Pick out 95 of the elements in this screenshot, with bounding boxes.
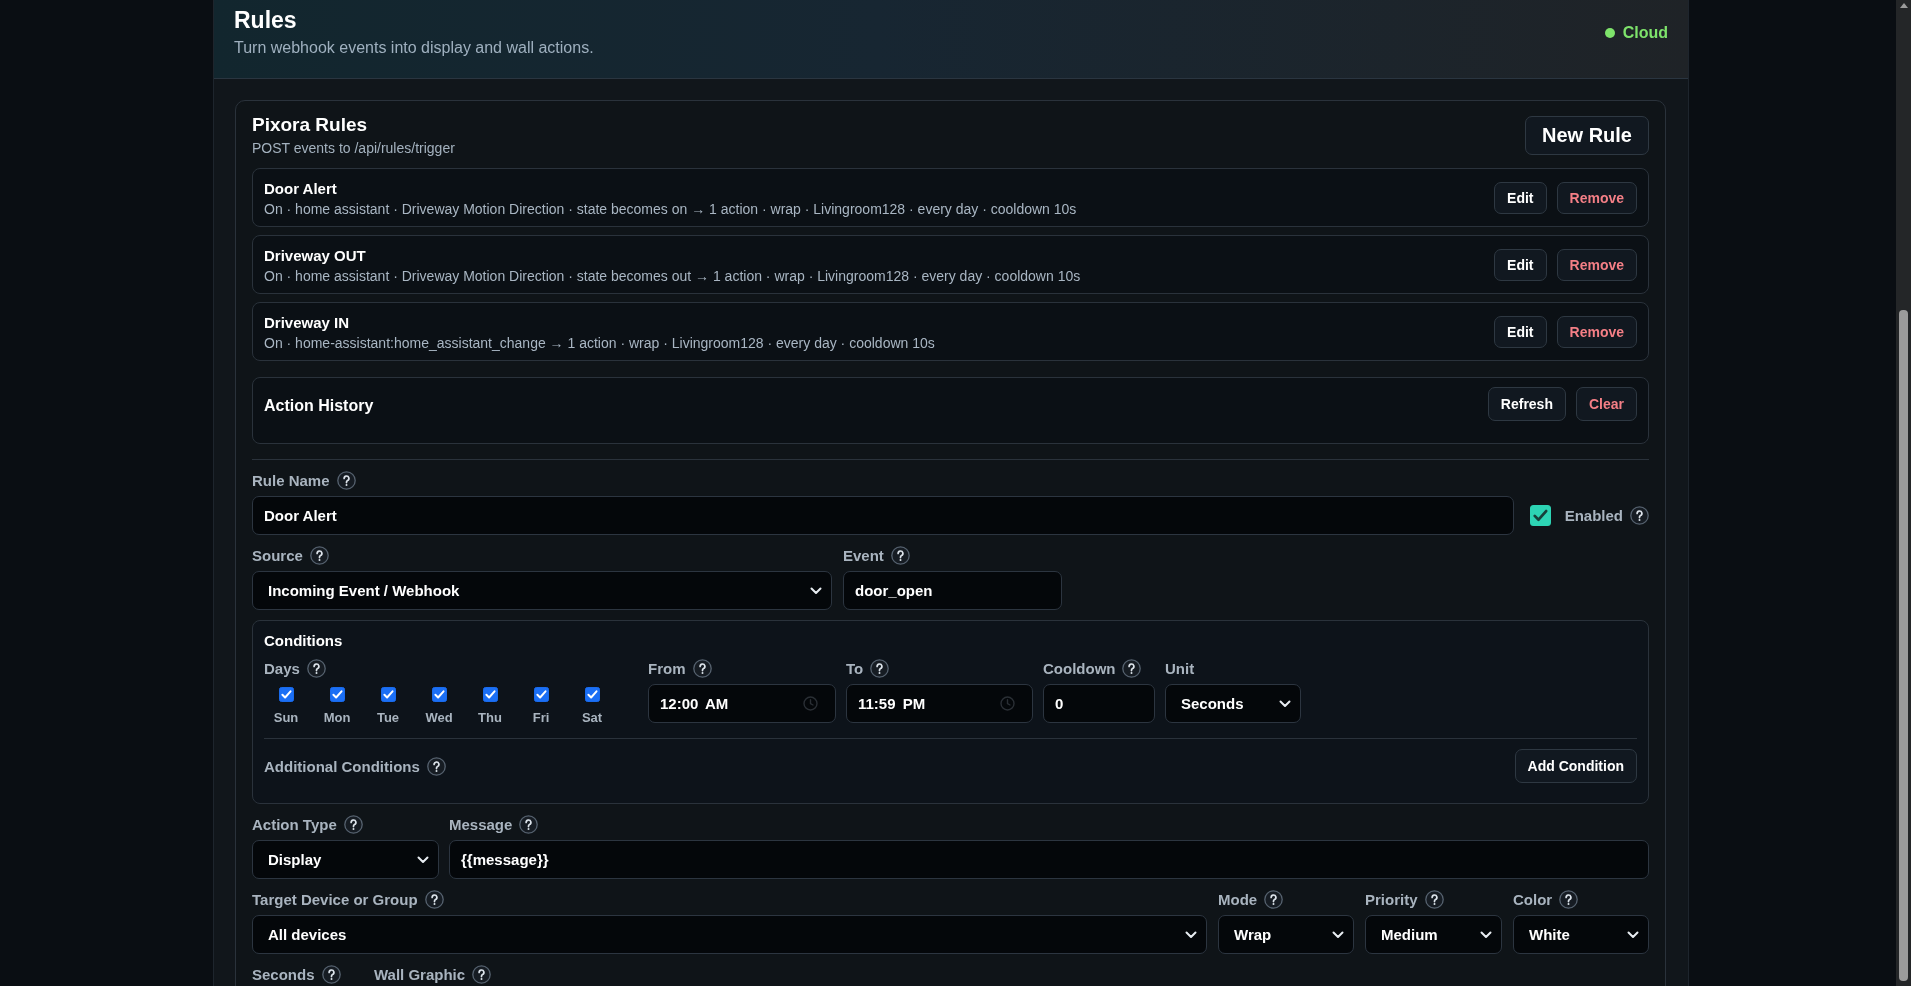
refresh-button[interactable]: Refresh xyxy=(1487,387,1566,421)
priority-label: Priority xyxy=(1365,890,1418,908)
to-label: To xyxy=(846,659,864,677)
help-icon[interactable] xyxy=(472,964,492,984)
add-condition-button[interactable]: Add Condition xyxy=(1514,749,1637,783)
action-type-select[interactable]: Display xyxy=(252,840,439,879)
unit-label: Unit xyxy=(1165,659,1195,677)
help-icon[interactable] xyxy=(1424,889,1444,909)
help-icon[interactable] xyxy=(890,545,910,565)
help-icon[interactable] xyxy=(426,756,446,776)
help-icon[interactable] xyxy=(692,658,712,678)
remove-button[interactable]: Remove xyxy=(1556,315,1637,348)
unit-select[interactable]: Seconds xyxy=(1165,684,1301,723)
help-icon[interactable] xyxy=(336,470,356,490)
chevron-down-icon xyxy=(1185,930,1197,939)
chevron-down-icon xyxy=(417,855,429,864)
cooldown-label: Cooldown xyxy=(1043,659,1116,677)
chevron-down-icon xyxy=(1480,930,1492,939)
page-title: Rules xyxy=(234,6,298,34)
additional-conditions-label: Additional Conditions xyxy=(264,757,420,775)
scrollbar-thumb[interactable] xyxy=(1899,310,1908,981)
rule-name: Driveway OUT xyxy=(264,247,367,265)
new-rule-button[interactable]: New Rule xyxy=(1524,116,1649,155)
day-label: Mon xyxy=(323,710,351,726)
help-icon[interactable] xyxy=(321,964,341,984)
help-icon[interactable] xyxy=(306,658,326,678)
edit-button[interactable]: Edit xyxy=(1494,248,1547,281)
wall-graphic-label: Wall Graphic xyxy=(374,965,466,983)
day-checkbox[interactable] xyxy=(431,687,447,702)
day-label: Wed xyxy=(425,710,453,726)
to-time-input[interactable]: 11:59 PM xyxy=(846,684,1033,723)
color-select[interactable]: White xyxy=(1513,915,1649,954)
day-label: Sun xyxy=(273,710,299,726)
help-icon[interactable] xyxy=(1630,506,1649,525)
scroll-up-arrow-icon[interactable] xyxy=(1899,3,1908,8)
help-icon[interactable] xyxy=(1122,658,1142,678)
card-subtitle: POST events to /api/rules/trigger xyxy=(252,139,455,157)
clear-button[interactable]: Clear xyxy=(1575,387,1637,421)
action-type-label: Action Type xyxy=(252,815,337,833)
day-checkbox[interactable] xyxy=(584,687,600,702)
target-select[interactable]: All devices xyxy=(252,915,1207,954)
status-label: Cloud xyxy=(1622,23,1668,43)
color-label: Color xyxy=(1513,890,1553,908)
priority-select[interactable]: Medium xyxy=(1365,915,1502,954)
rule-summary: On · home assistant · Driveway Motion Direction · state becomes out → 1 action · wrap · Livingroom128 · every day · cooldown 10s xyxy=(264,267,1081,285)
source-label: Source xyxy=(252,546,303,564)
rule-summary: On · home-assistant:home_assistant_change → 1 action · wrap · Livingroom128 · every day · cooldown 10s xyxy=(264,334,935,352)
help-icon[interactable] xyxy=(870,658,890,678)
chevron-down-icon xyxy=(1279,699,1291,708)
seconds-label: Seconds xyxy=(252,965,315,983)
day-checkbox[interactable] xyxy=(380,687,396,702)
chevron-down-icon xyxy=(810,586,822,595)
help-icon[interactable] xyxy=(424,889,444,909)
rule-name: Door Alert xyxy=(264,180,338,198)
target-label: Target Device or Group xyxy=(252,890,418,908)
remove-button[interactable]: Remove xyxy=(1556,248,1637,281)
rule-summary: On · home assistant · Driveway Motion Direction · state becomes on → 1 action · wrap · Livingroom128 · every day · cooldown 10s xyxy=(264,200,1077,218)
from-label: From xyxy=(648,659,686,677)
chevron-down-icon xyxy=(1332,930,1344,939)
source-select[interactable]: Incoming Event / Webhook xyxy=(252,571,832,610)
remove-button[interactable]: Remove xyxy=(1556,181,1637,214)
action-history-title: Action History xyxy=(264,396,374,415)
from-time-input[interactable]: 12:00 AM xyxy=(648,684,836,723)
help-icon[interactable] xyxy=(343,814,363,834)
day-checkbox[interactable] xyxy=(329,687,345,702)
day-label: Thu xyxy=(478,710,502,726)
help-icon[interactable] xyxy=(519,814,539,834)
rule-name: Driveway IN xyxy=(264,314,351,332)
day-checkbox[interactable] xyxy=(482,687,498,702)
mode-label: Mode xyxy=(1218,890,1258,908)
help-icon[interactable] xyxy=(1264,889,1284,909)
help-icon[interactable] xyxy=(1559,889,1579,909)
message-input[interactable]: {{message}} xyxy=(449,840,1649,879)
days-label: Days xyxy=(264,659,300,677)
message-label: Message xyxy=(449,815,513,833)
chevron-down-icon xyxy=(1627,930,1639,939)
rule-name-label: Rule Name xyxy=(252,471,330,489)
conditions-title: Conditions xyxy=(264,632,344,650)
day-label: Sat xyxy=(581,710,603,726)
enabled-label: Enabled xyxy=(1564,507,1623,524)
rule-name-input[interactable]: Door Alert xyxy=(252,496,1514,535)
day-checkbox[interactable] xyxy=(278,687,294,702)
enabled-checkbox[interactable] xyxy=(1529,505,1551,526)
edit-button[interactable]: Edit xyxy=(1494,315,1547,348)
cooldown-input[interactable]: 0 xyxy=(1043,684,1155,723)
event-label: Event xyxy=(843,546,884,564)
day-label: Fri xyxy=(532,710,550,726)
edit-button[interactable]: Edit xyxy=(1494,181,1547,214)
day-checkbox[interactable] xyxy=(533,687,549,702)
page-subtitle: Turn webhook events into display and wall actions. xyxy=(234,38,594,58)
day-label: Tue xyxy=(376,710,400,726)
mode-select[interactable]: Wrap xyxy=(1218,915,1354,954)
event-input[interactable]: door_open xyxy=(843,571,1062,610)
card-title: Pixora Rules xyxy=(252,114,369,136)
help-icon[interactable] xyxy=(309,545,329,565)
